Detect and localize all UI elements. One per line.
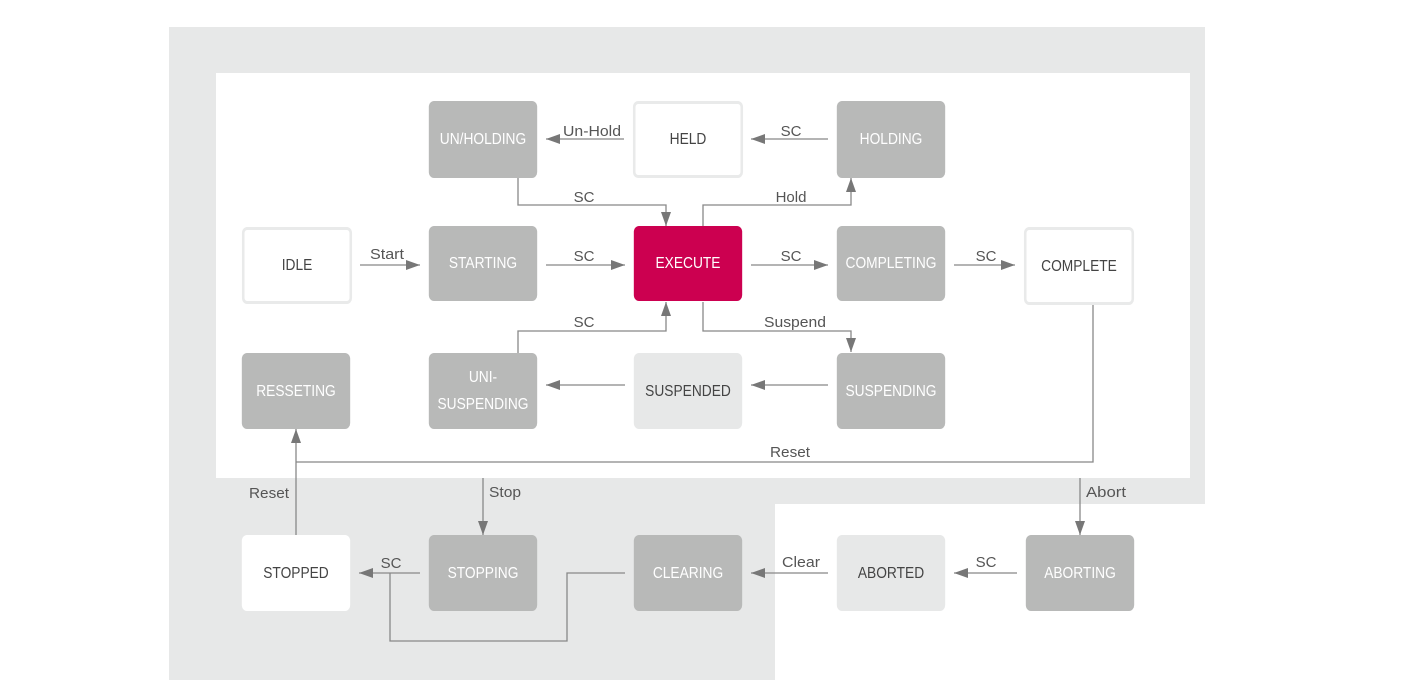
state-complete: COMPLETE	[1023, 227, 1135, 305]
state-uni-suspending: UNI- SUSPENDING	[428, 353, 538, 429]
state-starting: STARTING	[428, 226, 538, 301]
state-label: COMPLETING	[845, 255, 937, 272]
label-reset-complete: Reset	[770, 444, 811, 461]
state-resseting: RESSETING	[241, 353, 351, 429]
state-un-holding: UN/HOLDING	[428, 101, 538, 178]
state-completing: COMPLETING	[836, 226, 946, 301]
label-suspend: Suspend	[764, 314, 826, 331]
state-held: HELD	[632, 101, 744, 178]
state-idle: IDLE	[241, 227, 353, 304]
state-label: COMPLETE	[1041, 257, 1117, 275]
state-suspended: SUSPENDED	[633, 353, 743, 429]
label-start: Start	[370, 246, 405, 263]
state-label: ABORTED	[857, 564, 925, 582]
label-unholding-execute: SC	[574, 189, 595, 206]
packml-state-diagram: Un-Hold SC SC Hold Start SC SC SC SC Sus…	[0, 0, 1401, 700]
label-aborting-aborted: SC	[976, 554, 997, 571]
state-label: STARTING	[448, 255, 518, 272]
state-label: EXECUTE	[655, 255, 721, 272]
label-hold: Hold	[776, 189, 807, 206]
label-starting-execute: SC	[574, 248, 595, 265]
state-label: STOPPED	[263, 564, 329, 582]
label-execute-completing: SC	[781, 248, 802, 265]
state-stopping: STOPPING	[428, 535, 538, 611]
label-unisuspending-execute: SC	[574, 314, 595, 331]
state-clearing: CLEARING	[633, 535, 743, 611]
state-label: HOLDING	[859, 131, 923, 148]
state-stopped: STOPPED	[241, 535, 351, 611]
label-stop: Stop	[489, 484, 521, 501]
label-completing-complete: SC	[976, 248, 997, 265]
label-abort: Abort	[1086, 484, 1127, 501]
state-holding: HOLDING	[836, 101, 946, 178]
state-label: STOPPING	[447, 564, 519, 582]
state-label: RESSETING	[256, 382, 336, 400]
label-clear: Clear	[782, 554, 820, 571]
label-unhold: Un-Hold	[563, 123, 621, 140]
state-label: ABORTING	[1044, 564, 1116, 582]
state-label: SUSPENDED	[645, 382, 731, 400]
state-label: UN/HOLDING	[439, 131, 527, 148]
label-reset-stopped: Reset	[249, 485, 290, 502]
state-suspending: SUSPENDING	[836, 353, 946, 429]
state-label: HELD	[669, 131, 707, 148]
state-execute: EXECUTE	[633, 226, 743, 301]
state-label: CLEARING	[652, 564, 724, 582]
label-holding-held: SC	[781, 123, 802, 140]
state-aborted: ABORTED	[836, 535, 946, 611]
state-aborting: ABORTING	[1025, 535, 1135, 611]
state-label: IDLE	[281, 257, 313, 274]
state-label: UNI- SUSPENDING	[437, 369, 529, 413]
state-label: SUSPENDING	[845, 382, 937, 400]
label-stopping-stopped: SC	[381, 555, 402, 572]
